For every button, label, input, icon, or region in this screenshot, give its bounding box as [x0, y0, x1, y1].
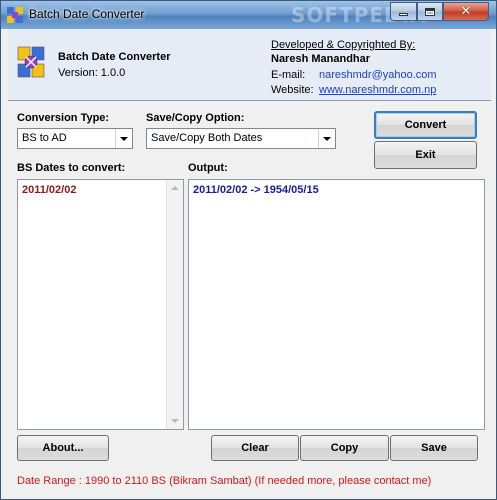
clear-button[interactable]: Clear — [211, 435, 299, 461]
scroll-down-icon[interactable] — [171, 419, 179, 423]
about-header: Batch Date Converter Version: 1.0.0 Deve… — [8, 29, 491, 101]
close-icon: ✕ — [460, 4, 472, 19]
output-label: Output: — [188, 162, 228, 174]
app-window: Batch Date Converter SOFTPEDIA ✕ Batch D… — [0, 0, 497, 500]
convert-button[interactable]: Convert — [374, 111, 477, 139]
chevron-down-icon[interactable] — [115, 129, 132, 148]
conversion-type-select[interactable]: BS to AD — [17, 128, 133, 149]
title-bar[interactable]: Batch Date Converter SOFTPEDIA ✕ — [1, 1, 496, 29]
conversion-type-value: BS to AD — [22, 132, 67, 144]
input-scrollbar[interactable] — [166, 180, 183, 429]
chevron-down-icon[interactable] — [318, 129, 335, 148]
app-logo-icon — [17, 46, 45, 78]
window-title: Batch Date Converter — [29, 7, 145, 21]
exit-button[interactable]: Exit — [374, 141, 477, 169]
developer-name: Naresh Manandhar — [271, 53, 371, 65]
client-area: Batch Date Converter Version: 1.0.0 Deve… — [8, 29, 491, 494]
output-text: 2011/02/02 -> 1954/05/15 — [193, 184, 319, 196]
input-dates-text: 2011/02/02 — [22, 184, 77, 196]
input-textarea[interactable]: 2011/02/02 — [17, 179, 184, 430]
save-button[interactable]: Save — [390, 435, 478, 461]
output-textarea[interactable]: 2011/02/02 -> 1954/05/15 — [188, 179, 485, 430]
app-name: Batch Date Converter — [58, 51, 171, 63]
developed-by-label: Developed & Copyrighted By: — [271, 39, 416, 51]
maximize-button[interactable] — [417, 2, 443, 21]
save-copy-option-label: Save/Copy Option: — [146, 112, 245, 124]
copy-button[interactable]: Copy — [300, 435, 389, 461]
save-copy-option-value: Save/Copy Both Dates — [151, 132, 263, 144]
scroll-up-icon[interactable] — [171, 186, 179, 190]
input-label: BS Dates to convert: — [17, 162, 126, 174]
website-label: Website: — [271, 84, 314, 96]
maximize-icon — [425, 7, 435, 16]
website-link[interactable]: www.nareshmdr.com.np — [319, 84, 436, 96]
email-link[interactable]: nareshmdr@yahoo.com — [319, 69, 437, 81]
conversion-type-label: Conversion Type: — [17, 112, 110, 124]
about-button[interactable]: About... — [17, 435, 109, 461]
minimize-button[interactable] — [390, 2, 417, 21]
save-copy-option-select[interactable]: Save/Copy Both Dates — [146, 128, 336, 149]
app-version: Version: 1.0.0 — [58, 67, 126, 79]
minimize-icon — [399, 13, 408, 16]
date-range-note: Date Range : 1990 to 2110 BS (Bikram Sam… — [17, 475, 432, 487]
email-label: E-mail: — [271, 69, 306, 81]
app-icon — [7, 7, 23, 23]
close-button[interactable]: ✕ — [443, 2, 489, 21]
